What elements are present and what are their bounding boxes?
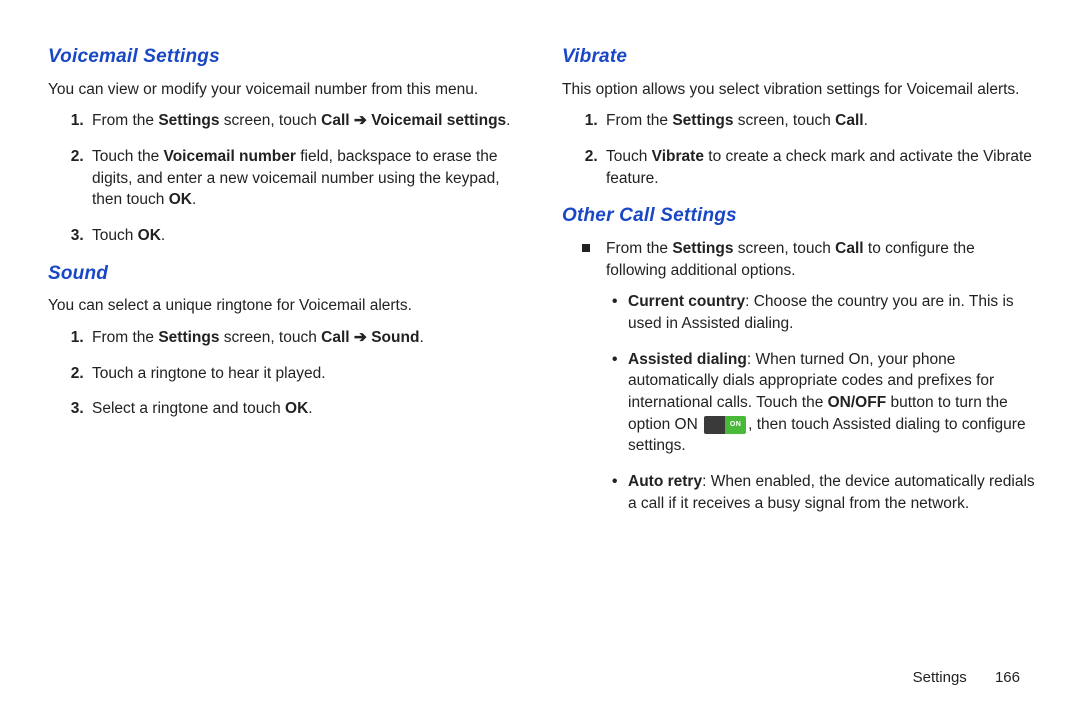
list-item: From the Settings screen, touch Call ➔ S… (88, 327, 522, 349)
intro-sound: You can select a unique ringtone for Voi… (48, 295, 522, 317)
text-bold: OK (285, 400, 308, 417)
text: Touch (606, 148, 652, 165)
steps-sound: From the Settings screen, touch Call ➔ S… (48, 327, 522, 420)
text: screen, touch (733, 240, 835, 257)
heading-sound: Sound (48, 261, 522, 288)
list-other-call: From the Settings screen, touch Call to … (562, 238, 1036, 515)
text-bold: Settings (672, 240, 733, 257)
sublist-options: Current country: Choose the country you … (606, 291, 1036, 514)
text-bold: Sound (371, 329, 419, 346)
text-bold: Current country (628, 293, 745, 310)
text-bold: Call (321, 329, 349, 346)
list-item: From the Settings screen, touch Call. (602, 110, 1036, 132)
text: Touch (92, 227, 138, 244)
intro-voicemail: You can view or modify your voicemail nu… (48, 79, 522, 101)
list-item: Assisted dialing: When turned On, your p… (624, 349, 1036, 457)
text-bold: ON/OFF (828, 394, 887, 411)
arrow-icon: ➔ (354, 112, 367, 129)
text: screen, touch (733, 112, 835, 129)
text: From the (92, 112, 158, 129)
text: . (864, 112, 868, 129)
text: . (419, 329, 423, 346)
intro-vibrate: This option allows you select vibration … (562, 79, 1036, 101)
left-column: Voicemail Settings You can view or modif… (48, 40, 522, 529)
footer-page-number: 166 (995, 669, 1020, 686)
text-bold: Voicemail settings (371, 112, 506, 129)
text: . (192, 191, 196, 208)
list-item: Touch OK. (88, 225, 522, 247)
list-item: Touch a ringtone to hear it played. (88, 363, 522, 385)
text-bold: Auto retry (628, 473, 702, 490)
list-item: Touch Vibrate to create a check mark and… (602, 146, 1036, 189)
steps-voicemail: From the Settings screen, touch Call ➔ V… (48, 110, 522, 246)
text: Select a ringtone and touch (92, 400, 285, 417)
text-bold: Settings (158, 329, 219, 346)
heading-other-call-settings: Other Call Settings (562, 203, 1036, 230)
steps-vibrate: From the Settings screen, touch Call. To… (562, 110, 1036, 189)
text-bold: Settings (158, 112, 219, 129)
list-item: From the Settings screen, touch Call ➔ V… (88, 110, 522, 132)
text-bold: Call (835, 112, 863, 129)
text: . (161, 227, 165, 244)
text: From the (92, 329, 158, 346)
footer-section: Settings (913, 669, 967, 686)
list-item: Select a ringtone and touch OK. (88, 398, 522, 420)
heading-voicemail-settings: Voicemail Settings (48, 44, 522, 71)
text-bold: Voicemail number (164, 148, 296, 165)
text: screen, touch (219, 329, 321, 346)
text: From the (606, 112, 672, 129)
arrow-icon: ➔ (354, 329, 367, 346)
text: From the (606, 240, 672, 257)
text: Touch a ringtone to hear it played. (92, 365, 326, 382)
text: . (308, 400, 312, 417)
list-item: Touch the Voicemail number field, backsp… (88, 146, 522, 211)
text-bold: Vibrate (652, 148, 704, 165)
text-bold: OK (138, 227, 161, 244)
list-item: From the Settings screen, touch Call to … (602, 238, 1036, 515)
text-bold: OK (169, 191, 192, 208)
text-bold: Call (835, 240, 863, 257)
text: Touch the (92, 148, 164, 165)
manual-page: Voicemail Settings You can view or modif… (0, 0, 1080, 549)
list-item: Auto retry: When enabled, the device aut… (624, 471, 1036, 514)
list-item: Current country: Choose the country you … (624, 291, 1036, 334)
text-bold: Settings (672, 112, 733, 129)
heading-vibrate: Vibrate (562, 44, 1036, 71)
page-footer: Settings 166 (913, 667, 1020, 688)
text: . (506, 112, 510, 129)
text: screen, touch (219, 112, 321, 129)
text-bold: Assisted dialing (628, 351, 747, 368)
toggle-on-label: ON (725, 416, 746, 434)
right-column: Vibrate This option allows you select vi… (562, 40, 1036, 529)
text-bold: Call (321, 112, 349, 129)
toggle-on-icon: ON (704, 416, 746, 434)
